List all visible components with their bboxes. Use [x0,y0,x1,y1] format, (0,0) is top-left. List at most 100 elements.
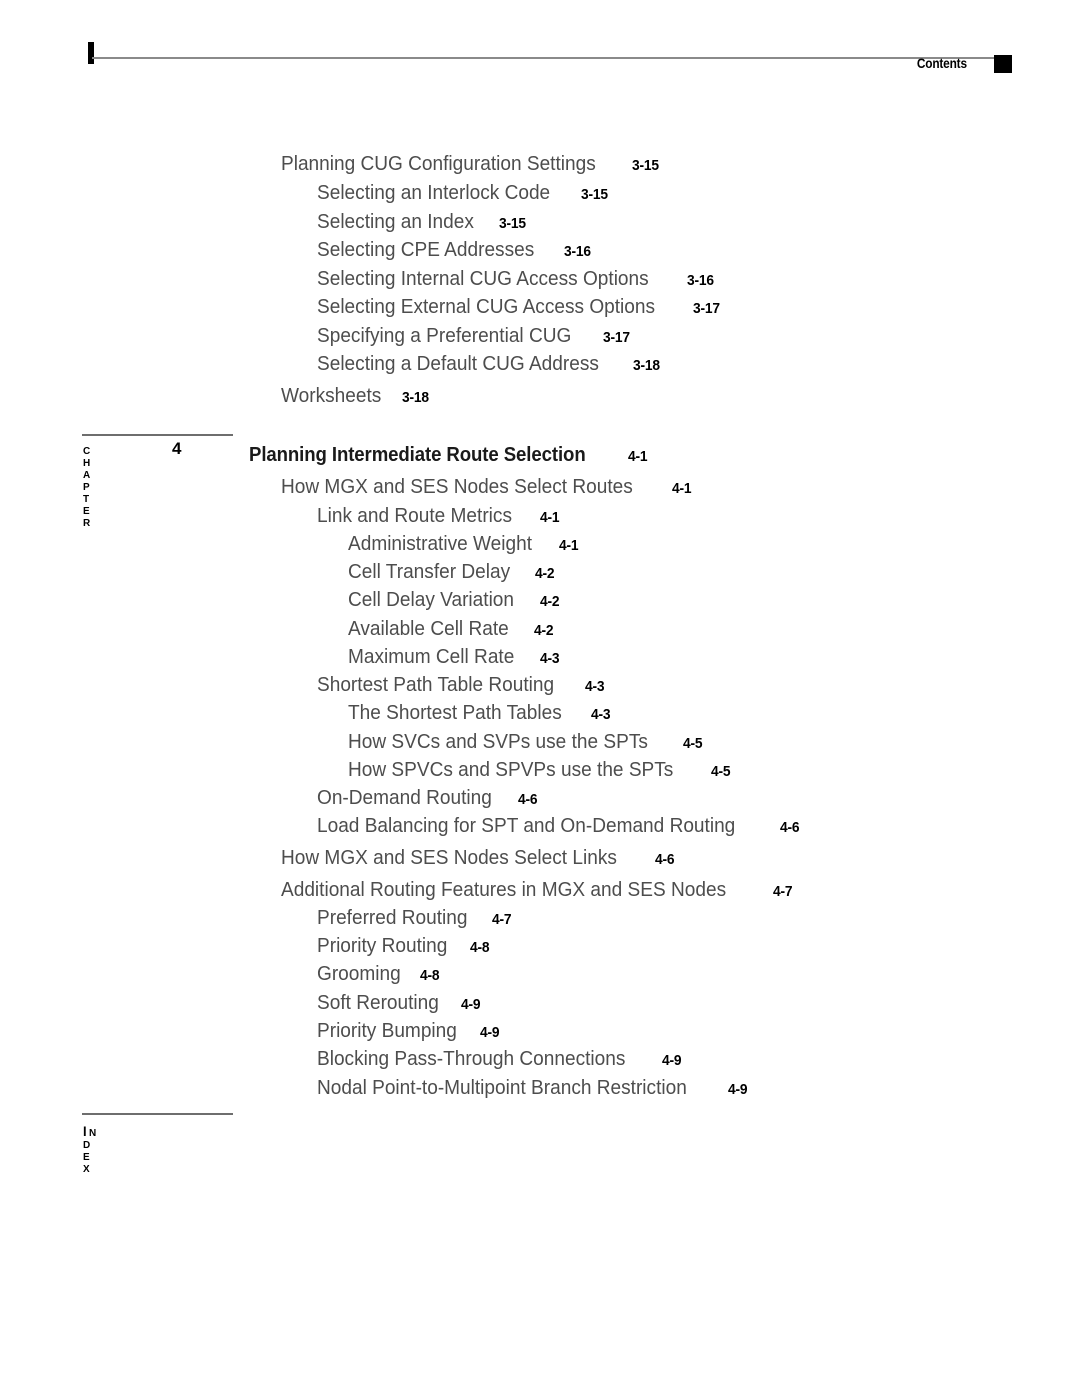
toc-entry[interactable]: Shortest Path Table Routing 4-3 [317,673,606,696]
toc-entry-page-number: 4-6 [655,851,675,868]
toc-entry-label: Link and Route Metrics [317,504,512,527]
toc-entry-page-number: 3-15 [498,215,526,232]
toc-entry[interactable]: How SVCs and SVPs use the SPTs 4-5 [348,730,705,753]
toc-entry[interactable]: Soft Rerouting 4-9 [317,991,482,1014]
toc-entry-page-number: 4-1 [672,480,692,497]
toc-entry[interactable]: Grooming 4-8 [317,962,441,985]
toc-entry[interactable]: Blocking Pass-Through Connections 4-9 [317,1047,683,1070]
toc-entry-label: How SVCs and SVPs use the SPTs [348,730,648,753]
toc-entry[interactable]: Planning CUG Configuration Settings 3-15 [281,152,662,175]
toc-entry[interactable]: Worksheets 3-18 [281,384,431,407]
toc-entry[interactable]: Load Balancing for SPT and On-Demand Rou… [317,814,801,837]
toc-entry-label: Selecting an Interlock Code [317,181,551,204]
toc-entry-page-number: 4-2 [533,622,554,639]
toc-entry-label: How MGX and SES Nodes Select Links [281,846,617,869]
black-square-marker-icon [994,55,1012,73]
toc-entry-page-number: 4-1 [558,537,579,554]
toc-entry-label: Administrative Weight [348,532,533,555]
toc-entry-label: Blocking Pass-Through Connections [317,1047,626,1070]
toc-entry[interactable]: Priority Routing 4-8 [317,934,491,957]
toc-entry-page-number: 4-3 [590,706,611,723]
toc-entry-label: Priority Bumping [317,1019,457,1042]
index-rule [82,1113,233,1115]
toc-entry[interactable]: Link and Route Metrics 4-1 [317,504,561,527]
toc-entry[interactable]: Selecting CPE Addresses 3-16 [317,238,593,261]
toc-entry-page-number: 4-6 [518,791,538,808]
toc-entry[interactable]: How MGX and SES Nodes Select Routes 4-1 [281,475,693,498]
toc-entry-label: Load Balancing for SPT and On-Demand Rou… [317,814,736,837]
toc-entry-page-number: 3-15 [580,186,608,203]
toc-entry-page-number: 3-16 [563,243,591,260]
chapter-rule [82,434,233,436]
toc-entry-label: Selecting CPE Addresses [317,238,535,261]
toc-entry[interactable]: On-Demand Routing 4-6 [317,786,539,809]
toc-entry-page-number: 4-1 [539,509,560,526]
toc-entry-page-number: 4-9 [661,1052,682,1069]
page-header: Contents [0,0,1080,100]
toc-entry-label: Available Cell Rate [348,617,509,640]
chapter-label: C H A P T E R [83,445,93,529]
toc-entry-page-number: 4-9 [480,1024,500,1041]
toc-entry-label: Worksheets [281,384,382,407]
toc-entry[interactable]: The Shortest Path Tables 4-3 [348,702,612,724]
toc-entry-label: Cell Delay Variation [348,588,515,611]
toc-entry-page-number: 3-17 [693,300,721,317]
toc-entry-label: Grooming [317,962,401,985]
toc-entry-page-number: 3-17 [603,329,631,346]
toc-entry-label: Soft Rerouting [317,991,439,1014]
toc-entry-label: Planning Intermediate Route Selection [249,444,586,466]
index-label: IN D E X [83,1124,99,1175]
toc-entry[interactable]: Maximum Cell Rate 4-3 [348,645,561,668]
toc-entry[interactable]: Selecting External CUG Access Options 3-1… [317,295,723,318]
toc-entry[interactable]: Planning Intermediate Route Selection 4-1 [249,445,649,465]
toc-entry-page-number: 4-8 [420,967,440,984]
toc-entry-label: On-Demand Routing [317,786,492,809]
toc-entry-label: Cell Transfer Delay [348,560,511,583]
toc-entry[interactable]: How MGX and SES Nodes Select Links 4-6 [281,846,676,869]
toc-entry[interactable]: Cell Transfer Delay 4-2 [348,560,556,583]
toc-entry[interactable]: Administrative Weight 4-1 [348,532,580,555]
toc-entry-label: Selecting an Index [317,210,474,233]
toc-entry-page-number: 4-3 [539,650,560,667]
toc-entry-label: How MGX and SES Nodes Select Routes [281,475,633,498]
toc-entry-page-number: 4-9 [461,996,481,1013]
toc-entry-page-number: 4-1 [627,448,648,465]
header-rule [92,57,994,59]
toc-entry[interactable]: Selecting Internal CUG Access Options 3-1… [317,268,716,290]
toc-entry[interactable]: How SPVCs and SPVPs use the SPTs 4-5 [348,758,732,781]
toc-entry[interactable]: Available Cell Rate 4-2 [348,617,555,640]
toc-entry[interactable]: Priority Bumping 4-9 [317,1019,501,1042]
toc-entry-page-number: 4-5 [683,735,703,752]
toc-entry-page-number: 3-16 [686,272,714,289]
toc-entry-label: Planning CUG Configuration Settings [281,152,596,175]
toc-entry-page-number: 4-2 [539,593,560,610]
toc-entry[interactable]: Cell Delay Variation 4-2 [348,588,561,611]
toc-entry[interactable]: Selecting a Default CUG Address 3-18 [317,352,662,375]
toc-entry-label: Maximum Cell Rate [348,645,515,668]
toc-entry-page-number: 4-8 [470,939,490,956]
toc-entry-label: Priority Routing [317,934,448,957]
toc-entry[interactable]: Additional Routing Features in MGX and S… [281,879,794,901]
toc-entry[interactable]: Nodal Point-to-Multipoint Branch Restric… [317,1076,749,1099]
toc-entry-page-number: 4-7 [491,911,512,928]
toc-entry-page-number: 4-2 [535,565,555,582]
header-title: Contents [916,56,967,71]
page-footer: Cisco PNNI Network Planning Guide for MG… [0,1277,1080,1397]
toc-entry-label: Selecting a Default CUG Address [317,352,599,375]
toc-entry-label: Shortest Path Table Routing [317,673,555,696]
toc-entry[interactable]: Selecting an Interlock Code 3-15 [317,181,610,204]
toc-entry-label: Specifying a Preferential CUG [317,324,572,347]
toc-entry-label: Preferred Routing [317,906,468,929]
toc-entry-page-number: 4-3 [584,678,605,695]
toc-entry-label: Nodal Point-to-Multipoint Branch Restric… [317,1076,687,1099]
toc-entry[interactable]: Selecting an Index 3-15 [317,210,528,233]
toc-entry-page-number: 4-9 [727,1081,748,1098]
toc-entry[interactable]: Preferred Routing 4-7 [317,906,513,929]
toc-entry-page-number: 4-6 [779,819,800,836]
toc-entry-page-number: 3-15 [632,157,660,174]
toc-entry[interactable]: Specifying a Preferential CUG 3-17 [317,324,633,347]
document-page: Contents Planning CUG Configuration Sett… [0,0,1080,1397]
toc-entry-label: How SPVCs and SPVPs use the SPTs [348,758,674,781]
toc-entry-page-number: 4-5 [710,763,731,780]
toc-entry-label: Selecting External CUG Access Options [317,295,656,318]
